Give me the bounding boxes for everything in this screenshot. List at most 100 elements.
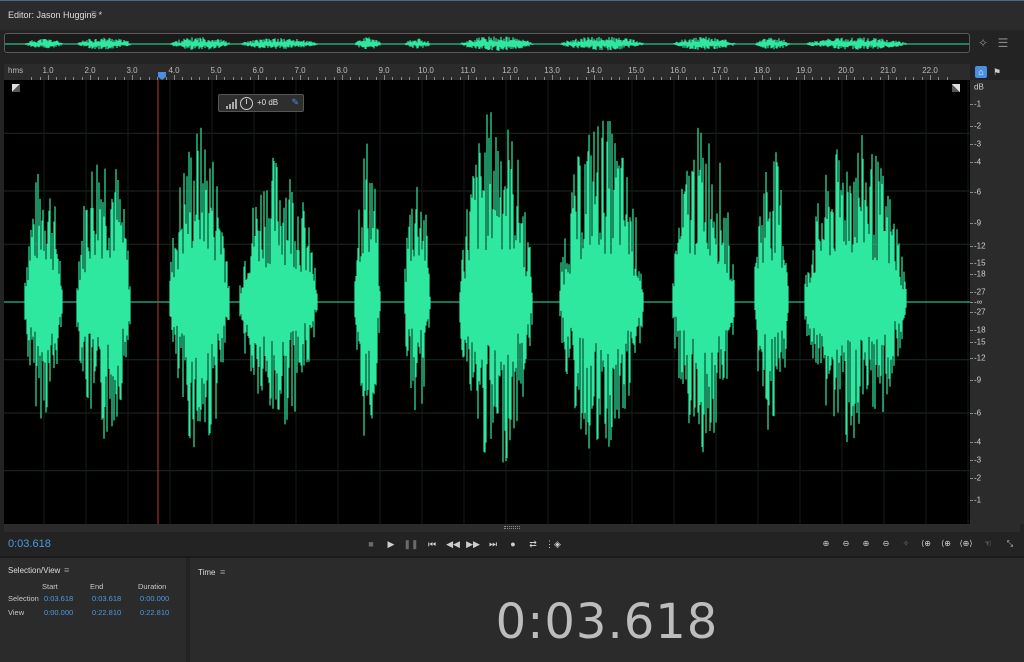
column-header-duration: Duration bbox=[138, 582, 167, 591]
ruler-tick-label: 3.0 bbox=[126, 66, 138, 75]
time-panel: Time ≡ 0:03.618 bbox=[190, 558, 1024, 662]
waveform-overview[interactable] bbox=[4, 33, 970, 53]
view-duration[interactable]: 0:22.810 bbox=[140, 608, 169, 617]
ruler-tick-label: 17.0 bbox=[712, 66, 728, 75]
time-panel-menu-icon[interactable]: ≡ bbox=[220, 567, 225, 577]
editor-panel-menu-icon[interactable]: ≡ bbox=[91, 9, 97, 20]
waveform-display[interactable]: +0 dB ✎ bbox=[4, 80, 970, 524]
selection-view-panel: Selection/View ≡ Start End Duration Sele… bbox=[0, 558, 186, 662]
sync-icon[interactable]: ⌂ bbox=[975, 66, 987, 78]
transport-bar: 0:03.618 ■ ▶ ❚❚ ⏮ ◀◀ ▶▶ ⏭ ● ⇄ ⋮◈ ⊕ ⊖ ⊕ ⊖… bbox=[0, 532, 1024, 556]
selection-end[interactable]: 0:03.618 bbox=[92, 594, 121, 603]
resize-grip-icon[interactable] bbox=[504, 526, 520, 529]
db-scale-tick bbox=[970, 192, 973, 193]
fade-out-handle-icon[interactable] bbox=[952, 84, 960, 92]
ruler-tick-label: 22.0 bbox=[922, 66, 938, 75]
db-scale-label: -9 bbox=[974, 375, 982, 385]
skip-back-icon[interactable]: ⏮ bbox=[424, 537, 440, 551]
rewind-icon[interactable]: ◀◀ bbox=[445, 537, 461, 551]
ruler-tick-label: 11.0 bbox=[460, 66, 476, 75]
ruler-unit-label: hms bbox=[8, 66, 24, 75]
fade-in-handle-icon[interactable] bbox=[12, 84, 20, 92]
db-scale-label: -15 bbox=[974, 258, 986, 268]
db-scale-label: -6 bbox=[974, 408, 982, 418]
ruler-tick-label: 12.0 bbox=[502, 66, 518, 75]
selection-start[interactable]: 0:03.618 bbox=[44, 594, 73, 603]
pin-icon[interactable]: ✎ bbox=[291, 97, 299, 108]
column-header-start: Start bbox=[42, 582, 58, 591]
loop-icon[interactable]: ⇄ bbox=[525, 537, 541, 551]
ruler-tick-label: 5.0 bbox=[210, 66, 222, 75]
db-scale-label: -27 bbox=[974, 307, 986, 317]
hand-tool-icon[interactable]: ☜ bbox=[980, 537, 996, 551]
marker-icon[interactable]: ⚑ bbox=[991, 66, 1003, 78]
record-icon[interactable]: ● bbox=[505, 537, 521, 551]
zoom-in-amplitude-icon[interactable]: ⊕ bbox=[818, 537, 834, 551]
db-scale-tick bbox=[970, 358, 973, 359]
db-scale-tick bbox=[970, 330, 973, 331]
db-scale: dB -1 -2 -3 -4 -6 -9 -12 -15 -18 -27 -∞ -27 -18 -15 -1… bbox=[970, 80, 1024, 524]
zoom-out-time-icon[interactable]: ⊖ bbox=[878, 537, 894, 551]
db-scale-tick bbox=[970, 104, 973, 105]
ruler-tick-label: 13.0 bbox=[544, 66, 560, 75]
db-scale-tick bbox=[970, 342, 973, 343]
zoom-out-full-icon[interactable]: ✧ bbox=[898, 537, 914, 551]
selection-duration[interactable]: 0:00.000 bbox=[140, 594, 169, 603]
db-scale-label: -18 bbox=[974, 269, 986, 279]
db-scale-tick bbox=[970, 162, 973, 163]
panel-resize-strip[interactable] bbox=[4, 524, 1020, 532]
row-label-selection: Selection bbox=[8, 594, 39, 603]
zoom-reset-icon[interactable]: ✧ bbox=[975, 35, 991, 51]
db-scale-tick bbox=[970, 263, 973, 264]
db-scale-label: -12 bbox=[974, 241, 986, 251]
ruler-tick-label: 2.0 bbox=[84, 66, 96, 75]
db-scale-label: -18 bbox=[974, 325, 986, 335]
db-scale-tick bbox=[970, 478, 973, 479]
zoom-in-time-icon[interactable]: ⊕ bbox=[858, 537, 874, 551]
db-scale-tick bbox=[970, 312, 973, 313]
db-scale-tick bbox=[970, 302, 973, 303]
db-scale-label: -1 bbox=[974, 495, 982, 505]
skip-selection-icon[interactable]: ⋮◈ bbox=[545, 537, 561, 551]
view-start[interactable]: 0:00.000 bbox=[44, 608, 73, 617]
view-end[interactable]: 0:22.810 bbox=[92, 608, 121, 617]
fast-forward-icon[interactable]: ▶▶ bbox=[465, 537, 481, 551]
db-scale-label: -1 bbox=[974, 99, 982, 109]
ruler-tick-label: 10.0 bbox=[418, 66, 434, 75]
zoom-to-selection-icon[interactable]: ⟨⊕ bbox=[918, 537, 934, 551]
volume-knob-icon[interactable] bbox=[240, 97, 253, 110]
db-scale-tick bbox=[970, 413, 973, 414]
db-scale-label: -6 bbox=[974, 187, 982, 197]
play-icon[interactable]: ▶ bbox=[383, 537, 399, 551]
selection-view-menu-icon[interactable]: ≡ bbox=[64, 565, 69, 575]
current-time-display[interactable]: 0:03.618 bbox=[8, 538, 51, 550]
ruler-tick-label: 6.0 bbox=[252, 66, 264, 75]
pause-icon[interactable]: ❚❚ bbox=[403, 537, 419, 551]
volume-hud[interactable]: +0 dB ✎ bbox=[218, 94, 304, 112]
skip-forward-icon[interactable]: ⏭ bbox=[485, 537, 501, 551]
db-scale-tick bbox=[970, 246, 973, 247]
view-options-icon[interactable]: ☰ bbox=[995, 35, 1011, 51]
selection-view-title: Selection/View bbox=[8, 566, 61, 575]
time-panel-title: Time bbox=[198, 568, 216, 577]
db-scale-tick bbox=[970, 500, 973, 501]
timeline-ruler[interactable]: hms 1.0 2.0 3.0 4.0 5.0 6.0 7.0 8.0 9.0 10.0 11.0 1… bbox=[4, 64, 970, 80]
db-scale-label: -9 bbox=[974, 218, 982, 228]
editor-title: Editor: Jason Huggins * bbox=[8, 10, 103, 20]
db-scale-tick bbox=[970, 144, 973, 145]
db-scale-tick bbox=[970, 126, 973, 127]
zoom-selection-both-icon[interactable]: ⟨⊕⟩ bbox=[958, 537, 974, 551]
ruler-tick-label: 8.0 bbox=[336, 66, 348, 75]
ruler-tick-label: 7.0 bbox=[294, 66, 306, 75]
stop-icon[interactable]: ■ bbox=[363, 537, 379, 551]
zoom-full-icon[interactable]: ⤡ bbox=[1002, 537, 1018, 551]
db-scale-label: -∞ bbox=[974, 297, 983, 307]
zoom-selection-left-icon[interactable]: ⟨⊕ bbox=[938, 537, 954, 551]
column-header-end: End bbox=[90, 582, 104, 591]
ruler-tick-label: 15.0 bbox=[628, 66, 644, 75]
db-scale-label: -27 bbox=[974, 287, 986, 297]
zoom-out-amplitude-icon[interactable]: ⊖ bbox=[838, 537, 854, 551]
level-bars-icon bbox=[226, 99, 237, 109]
db-scale-tick bbox=[970, 442, 973, 443]
time-display: 0:03.618 bbox=[495, 594, 719, 650]
